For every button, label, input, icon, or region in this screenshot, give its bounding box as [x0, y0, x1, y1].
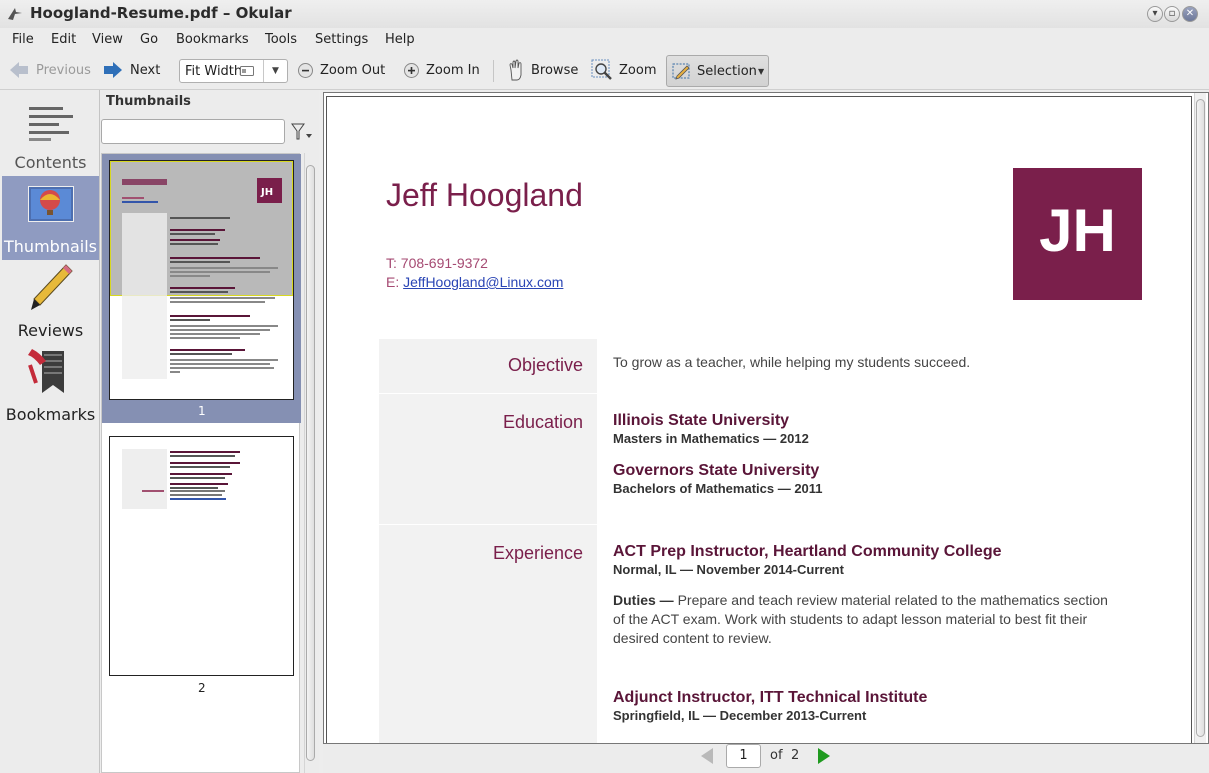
menu-edit[interactable]: Edit [51, 32, 76, 47]
next-button[interactable]: Next [102, 52, 160, 88]
section-label-education: Education [502, 412, 583, 432]
thumbnails-scrollbar-handle[interactable] [306, 165, 315, 761]
thumbnail-number-2: 2 [198, 681, 206, 695]
page-navigation-bar: 1 of 2 [323, 744, 1209, 773]
bookmark-icon [28, 349, 64, 393]
maximize-button[interactable]: ▫ [1164, 6, 1180, 22]
previous-button[interactable]: Previous [8, 52, 91, 88]
arrow-right-icon [104, 62, 122, 78]
document-scrollbar[interactable] [1194, 93, 1206, 743]
window-title: Hoogland-Resume.pdf – Okular [30, 4, 292, 22]
minimize-button[interactable]: ▾ [1147, 6, 1163, 22]
menu-help[interactable]: Help [385, 32, 415, 47]
chevron-down-icon: ▼ [758, 67, 765, 76]
section-divider [379, 393, 597, 394]
education-degree-1: Masters in Mathematics — 2012 [613, 431, 809, 446]
selection-tool-button[interactable]: Selection ▼ [666, 55, 769, 87]
menu-bar: File Edit View Go Bookmarks Tools Settin… [0, 28, 1209, 52]
thumbnail-preview-2 [122, 449, 240, 509]
document-viewer[interactable]: Jeff Hoogland JH T: 708-691-9372 E: Jeff… [323, 92, 1209, 744]
resume-name: Jeff Hoogland [386, 177, 583, 213]
hand-icon [509, 59, 522, 81]
thumbnail-page-1[interactable]: JH [109, 160, 294, 400]
section-label-experience: Experience [492, 543, 583, 563]
thumbnail-list: JH 1 2 [101, 153, 301, 773]
fit-width-icon [240, 66, 254, 76]
thumbnail-preview-1: JH [122, 178, 282, 379]
education-degree-2: Bachelors of Mathematics — 2011 [613, 481, 823, 496]
pencil-icon [31, 264, 73, 310]
experience-where-1: Normal, IL — November 2014-Current [613, 562, 844, 577]
section-label-column [379, 339, 597, 743]
title-bar: Hoogland-Resume.pdf – Okular ▾ ▫ ✕ [0, 0, 1209, 28]
menu-view[interactable]: View [92, 32, 123, 47]
magnifier-icon [591, 59, 612, 80]
section-divider [379, 524, 597, 525]
svg-text:JH: JH [260, 187, 273, 198]
email-line: E: JeffHoogland@Linux.com [386, 274, 564, 290]
selection-icon [672, 63, 690, 80]
toolbar-separator [493, 60, 494, 82]
education-school-1: Illinois State University [613, 412, 790, 429]
next-page-icon[interactable] [817, 747, 831, 765]
initials-logo: JH [1013, 168, 1142, 300]
chevron-down-icon[interactable]: ▼ [263, 60, 287, 82]
pdf-page: Jeff Hoogland JH T: 708-691-9372 E: Jeff… [326, 96, 1192, 743]
thumbnail-page-2[interactable] [109, 436, 294, 676]
page-of-label: of [770, 748, 783, 763]
sidebar-item-thumbnails[interactable]: Thumbnails [2, 176, 99, 260]
zoom-in-button[interactable]: Zoom In [403, 52, 480, 88]
thumbnails-icon [28, 186, 74, 222]
page-total: 2 [791, 748, 800, 763]
arrow-left-icon [10, 62, 28, 78]
okular-app-icon [8, 8, 22, 20]
filter-icon[interactable] [291, 123, 313, 141]
panel-title: Thumbnails [106, 94, 191, 109]
section-label-objective: Objective [507, 355, 583, 375]
thumbnails-search-input[interactable] [101, 119, 285, 144]
email-link[interactable]: JeffHoogland@Linux.com [403, 274, 563, 290]
experience-title-1: ACT Prep Instructor, Heartland Community… [613, 543, 1002, 560]
document-scrollbar-handle[interactable] [1196, 99, 1205, 737]
main-toolbar: Previous Next Fit Width ▼ Zoom Out Zoom … [0, 52, 1209, 90]
thumbnail-number-1: 1 [198, 404, 206, 418]
education-school-2: Governors State University [613, 462, 820, 479]
zoom-out-button[interactable]: Zoom Out [297, 52, 385, 88]
sidebar: Contents Thumbnails Reviews Bookmarks [0, 90, 100, 773]
zoom-value: Fit Width [185, 64, 243, 79]
close-button[interactable]: ✕ [1182, 6, 1198, 22]
zoom-in-icon [404, 62, 419, 78]
zoom-out-icon [298, 62, 313, 78]
thumbnails-scrollbar[interactable] [304, 153, 316, 773]
objective-text: To grow as a teacher, while helping my s… [613, 354, 971, 370]
contents-icon [29, 107, 73, 141]
menu-go[interactable]: Go [140, 32, 158, 47]
menu-tools[interactable]: Tools [265, 32, 297, 47]
phone-text: T: 708-691-9372 [386, 255, 488, 271]
menu-file[interactable]: File [12, 32, 34, 47]
sidebar-item-bookmarks[interactable]: Bookmarks [2, 344, 99, 428]
experience-title-2: Adjunct Instructor, ITT Technical Instit… [613, 689, 928, 706]
previous-page-icon[interactable] [700, 747, 714, 765]
experience-duties-1: Duties — Prepare and teach review materi… [613, 592, 1108, 646]
sidebar-item-contents[interactable]: Contents [2, 92, 99, 176]
menu-settings[interactable]: Settings [315, 32, 368, 47]
page-number-input[interactable]: 1 [726, 744, 761, 768]
zoom-tool-button[interactable]: Zoom [591, 52, 656, 88]
zoom-combobox[interactable]: Fit Width ▼ [179, 59, 288, 83]
browse-tool-button[interactable]: Browse [507, 52, 578, 88]
experience-where-2: Springfield, IL — December 2013-Current [613, 708, 867, 723]
sidebar-item-reviews[interactable]: Reviews [2, 260, 99, 344]
thumbnails-panel: Thumbnails JH 1 2 [100, 90, 319, 773]
menu-bookmarks[interactable]: Bookmarks [176, 32, 249, 47]
